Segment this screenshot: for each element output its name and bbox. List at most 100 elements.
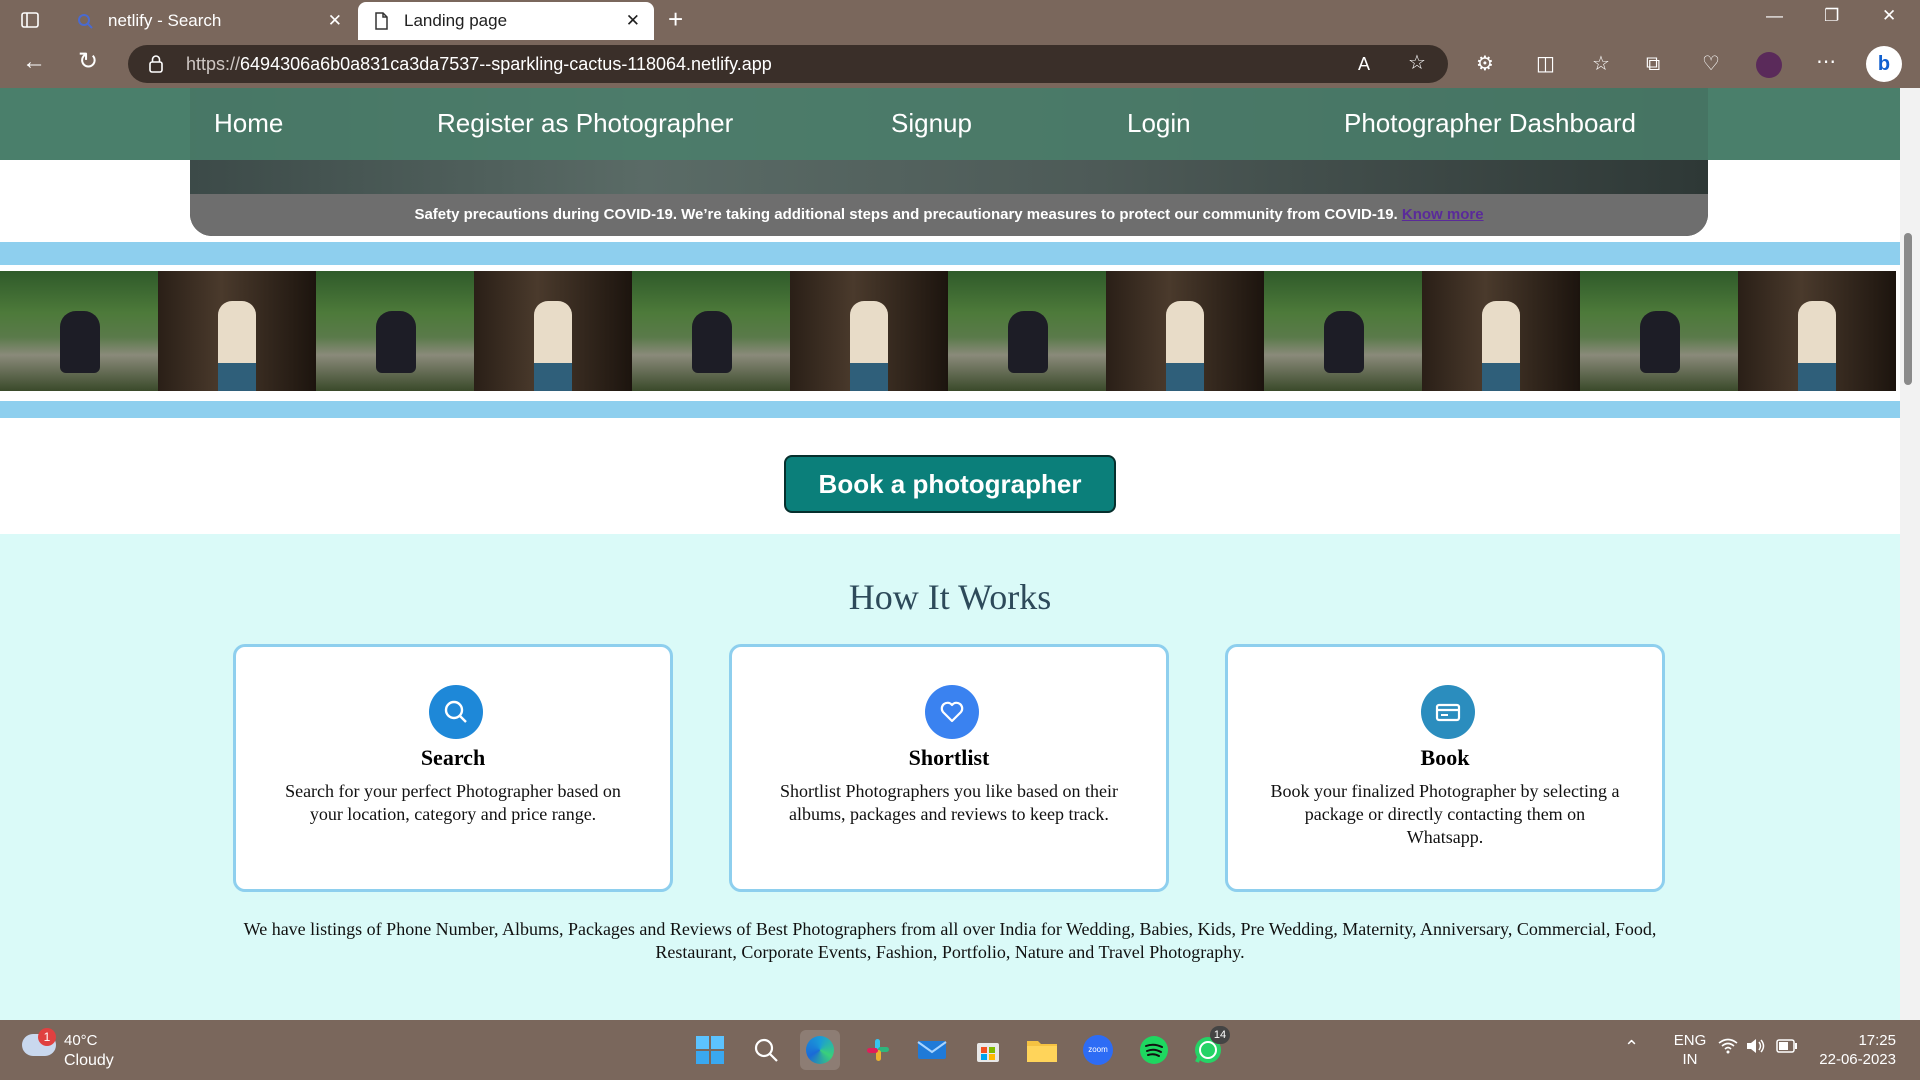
weather-condition: Cloudy [64, 1052, 114, 1069]
card-title: Search [420, 745, 486, 770]
nav-home[interactable]: Home [214, 108, 283, 139]
gallery-photo [948, 271, 1106, 391]
search-favicon-icon [76, 12, 94, 30]
card-text: Shortlist Photographers you like based o… [780, 781, 1118, 824]
collections-icon[interactable]: ⧉ [1646, 54, 1660, 74]
search-icon [429, 685, 483, 739]
favorites-icon[interactable]: ☆ [1592, 54, 1610, 74]
language-indicator[interactable]: ENG IN [1668, 1031, 1712, 1069]
favorite-star-icon[interactable]: ☆ [1408, 53, 1426, 73]
gallery-photo [1264, 271, 1422, 391]
tab-label: Landing page [404, 11, 508, 30]
how-it-works-title: How It Works [848, 577, 1052, 617]
whatsapp-icon[interactable]: 14 [1188, 1026, 1230, 1070]
gallery-photo [790, 271, 948, 391]
clock-date: 22-06-2023 [1819, 1051, 1896, 1068]
gallery-photo [0, 271, 158, 391]
close-window-icon[interactable]: ✕ [1882, 6, 1896, 26]
gallery-photo [1738, 271, 1896, 391]
start-button[interactable] [690, 1030, 730, 1070]
gallery-photo [158, 271, 316, 391]
weather-temp: 40°C [64, 1032, 98, 1049]
store-icon[interactable] [968, 1030, 1008, 1070]
photo-gallery-strip [0, 271, 1900, 391]
gallery-photo [1422, 271, 1580, 391]
card-search: Search Search for your perfect Photograp… [233, 644, 673, 892]
gallery-photo [316, 271, 474, 391]
windows-taskbar: 1 40°C Cloudy zoom 14 ⌃ ENG IN 17:25 22-… [0, 1020, 1920, 1080]
file-explorer-icon[interactable] [1022, 1030, 1062, 1070]
clock-time: 17:25 [1858, 1032, 1896, 1049]
more-options-icon[interactable]: ⋯ [1816, 52, 1836, 72]
page-icon [372, 12, 390, 30]
card-icon [1421, 685, 1475, 739]
wifi-icon[interactable] [1718, 1038, 1738, 1059]
tab-netlify-search[interactable]: netlify - Search ✕ [62, 2, 356, 40]
mail-icon[interactable] [912, 1030, 952, 1070]
new-tab-icon[interactable]: + [668, 6, 683, 32]
language-region: IN [1682, 1051, 1698, 1068]
gallery-photo [1106, 271, 1264, 391]
how-it-works-section: How It Works Search Search for your perf… [0, 534, 1900, 1020]
bing-copilot-icon[interactable]: b [1866, 46, 1902, 82]
browser-toolbar: ← ↻ https://6494306a6b0a831ca3da7537--sp… [0, 40, 1920, 88]
main-nav: Home Register as Photographer Signup Log… [0, 88, 1900, 160]
zoom-icon[interactable]: zoom [1078, 1030, 1118, 1070]
read-aloud-icon[interactable]: A [1358, 54, 1370, 74]
covid-text: Safety precautions during COVID-19. We’r… [414, 206, 1398, 223]
card-shortlist: Shortlist Shortlist Photographers you li… [729, 644, 1169, 892]
refresh-icon[interactable]: ↻ [78, 50, 98, 74]
lock-icon[interactable] [148, 54, 164, 78]
gallery-photo [632, 271, 790, 391]
card-title: Book [1420, 745, 1470, 770]
scrollbar-thumb[interactable] [1904, 233, 1912, 385]
card-text: Search for your perfect Photographer bas… [285, 781, 621, 824]
book-photographer-button[interactable]: Book a photographer [784, 455, 1116, 513]
split-screen-icon[interactable]: ◫ [1536, 54, 1555, 74]
battery-icon[interactable] [1776, 1039, 1798, 1058]
blue-band-top [0, 242, 1900, 265]
card-book: Book Book your finalized Photographer by… [1225, 644, 1665, 892]
profile-avatar[interactable] [1756, 52, 1782, 78]
page-viewport: Safety precautions during COVID-19. We’r… [0, 88, 1900, 1020]
spotify-icon[interactable] [1134, 1030, 1174, 1070]
back-icon[interactable]: ← [22, 50, 46, 74]
nav-login[interactable]: Login [1127, 108, 1191, 139]
url-host: 6494306a6b0a831ca3da7537--sparkling-cact… [240, 54, 772, 74]
page-scrollbar[interactable] [1900, 88, 1920, 1020]
edge-browser-icon[interactable] [800, 1030, 840, 1070]
close-tab-icon[interactable]: ✕ [328, 11, 342, 31]
nav-register-photographer[interactable]: Register as Photographer [437, 108, 733, 139]
gallery-photo [474, 271, 632, 391]
close-tab-icon[interactable]: ✕ [626, 11, 640, 31]
minimize-icon[interactable]: — [1766, 6, 1783, 26]
restore-icon[interactable]: ❐ [1824, 6, 1839, 26]
card-title: Shortlist [908, 745, 990, 770]
browser-tab-bar: netlify - Search ✕ Landing page ✕ + — ❐ … [0, 0, 1920, 40]
tray-chevron-icon[interactable]: ⌃ [1624, 1038, 1639, 1057]
extensions-icon[interactable]: ⚙ [1476, 54, 1494, 74]
address-bar[interactable]: https://6494306a6b0a831ca3da7537--sparkl… [128, 45, 1448, 83]
volume-icon[interactable] [1746, 1038, 1766, 1059]
weather-badge: 1 [38, 1028, 56, 1046]
url-text[interactable]: https://6494306a6b0a831ca3da7537--sparkl… [186, 54, 772, 75]
tab-label: netlify - Search [108, 11, 222, 30]
taskbar-search-icon[interactable] [746, 1030, 786, 1070]
heart-icon [925, 685, 979, 739]
tab-actions-icon[interactable] [20, 10, 40, 34]
gallery-photo [1580, 271, 1738, 391]
covid-notice: Safety precautions during COVID-19. We’r… [190, 194, 1708, 236]
tab-landing-page[interactable]: Landing page ✕ [358, 2, 654, 40]
health-icon[interactable]: ♡ [1702, 54, 1720, 74]
whatsapp-badge: 14 [1210, 1026, 1230, 1044]
url-scheme: https:// [186, 54, 241, 74]
screen: netlify - Search ✕ Landing page ✕ + — ❐ … [0, 0, 1920, 1080]
know-more-link[interactable]: Know more [1402, 206, 1484, 223]
language-code: ENG [1673, 1032, 1707, 1049]
nav-signup[interactable]: Signup [891, 108, 972, 139]
clock[interactable]: 17:25 22-06-2023 [1810, 1031, 1910, 1069]
slack-icon[interactable] [858, 1030, 898, 1070]
nav-photographer-dashboard[interactable]: Photographer Dashboard [1344, 108, 1636, 139]
card-text: Book your finalized Photographer by sele… [1270, 781, 1620, 847]
listing-description: We have listings of Phone Number, Albums… [243, 919, 1657, 962]
